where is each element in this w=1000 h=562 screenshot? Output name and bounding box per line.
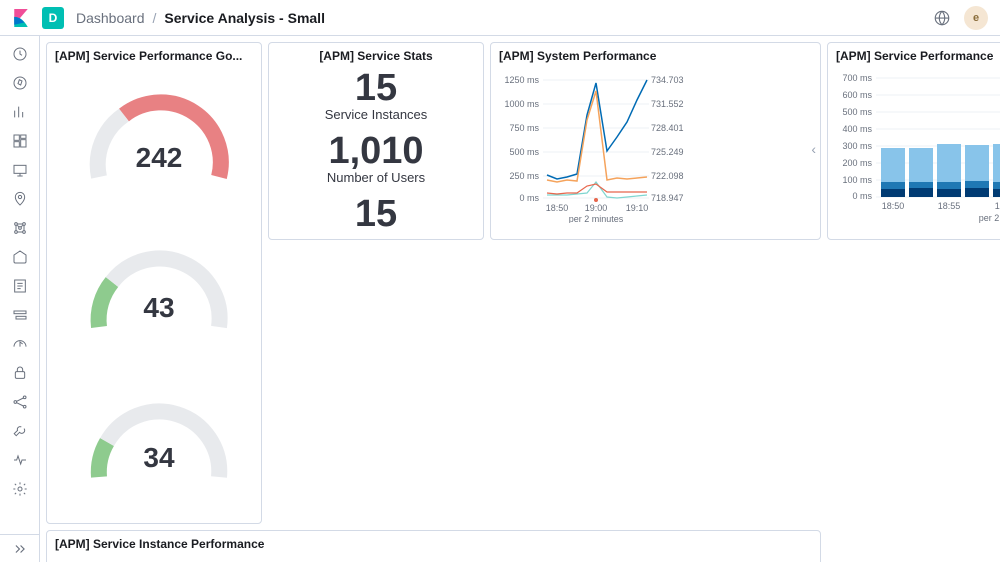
svg-text:0 ms: 0 ms xyxy=(519,193,539,203)
svg-text:18:55: 18:55 xyxy=(938,201,961,211)
svg-text:43: 43 xyxy=(143,292,174,323)
dashboard-icon[interactable] xyxy=(10,131,30,151)
visualize-icon[interactable] xyxy=(10,102,30,122)
apm-icon[interactable] xyxy=(10,305,30,325)
svg-text:18:50: 18:50 xyxy=(546,203,569,213)
panel-title: [APM] System Performance xyxy=(499,49,812,63)
gauge[interactable]: 43 xyxy=(74,217,234,367)
svg-text:250 ms: 250 ms xyxy=(509,171,539,181)
monitoring-icon[interactable] xyxy=(10,450,30,470)
panel-instance-performance: [APM] Service Instance Performance 0 - 5… xyxy=(46,530,821,562)
panel-service-stats: [APM] Service Stats 15 Service Instances… xyxy=(268,42,484,240)
stat-value: 1,010 xyxy=(277,132,475,170)
svg-text:500 ms: 500 ms xyxy=(509,147,539,157)
bar-chart[interactable]: 700 ms 600 ms 500 ms 400 ms 300 ms 200 m… xyxy=(836,67,1000,223)
canvas-icon[interactable] xyxy=(10,160,30,180)
svg-text:100 ms: 100 ms xyxy=(842,175,872,185)
gauge[interactable]: 34 xyxy=(74,367,234,517)
dashboard-content: [APM] Service Stats 15 Service Instances… xyxy=(40,36,1000,562)
svg-text:34: 34 xyxy=(143,442,175,473)
svg-text:242: 242 xyxy=(136,142,183,173)
management-icon[interactable] xyxy=(10,479,30,499)
discover-icon[interactable] xyxy=(10,73,30,93)
breadcrumb-root[interactable]: Dashboard xyxy=(76,10,145,26)
stat-label: Number of Users xyxy=(277,170,475,185)
svg-text:734.703: 734.703 xyxy=(651,75,684,85)
siem-icon[interactable] xyxy=(10,363,30,383)
dev-tools-icon[interactable] xyxy=(10,421,30,441)
svg-text:500 ms: 500 ms xyxy=(842,107,872,117)
panel-gauges: [APM] Service Performance Go... 242 43 3… xyxy=(46,42,262,524)
svg-text:1250 ms: 1250 ms xyxy=(504,75,539,85)
logs-icon[interactable] xyxy=(10,276,30,296)
breadcrumb: Dashboard / Service Analysis - Small xyxy=(76,10,325,26)
svg-text:per 2 minutes: per 2 minutes xyxy=(569,214,624,223)
svg-text:18:50: 18:50 xyxy=(882,201,905,211)
stat-value: 15 xyxy=(277,69,475,107)
kibana-logo[interactable] xyxy=(12,9,30,27)
line-chart[interactable]: 1250 ms 1000 ms 750 ms 500 ms 250 ms 0 m… xyxy=(499,67,697,223)
svg-text:19:00: 19:00 xyxy=(585,203,608,213)
svg-text:400 ms: 400 ms xyxy=(842,124,872,134)
svg-text:300 ms: 300 ms xyxy=(842,141,872,151)
svg-text:722.098: 722.098 xyxy=(651,171,684,181)
panel-title: [APM] Service Stats xyxy=(277,49,475,63)
panel-system-performance: [APM] System Performance ‹ 1250 ms 1000 … xyxy=(490,42,821,240)
panel-title: [APM] Service Performance Go... xyxy=(55,49,253,63)
newsfeed-icon[interactable] xyxy=(932,8,952,28)
panel-title: [APM] Service Instance Performance xyxy=(55,537,812,551)
ml-icon[interactable] xyxy=(10,218,30,238)
svg-text:600 ms: 600 ms xyxy=(842,90,872,100)
app-badge[interactable]: D xyxy=(42,7,64,29)
graph-icon[interactable] xyxy=(10,392,30,412)
svg-text:750 ms: 750 ms xyxy=(509,123,539,133)
svg-text:200 ms: 200 ms xyxy=(842,158,872,168)
svg-text:700 ms: 700 ms xyxy=(842,73,872,83)
svg-text:725.249: 725.249 xyxy=(651,147,684,157)
user-avatar[interactable]: e xyxy=(964,6,988,30)
stat-label: Service Instances xyxy=(277,107,475,122)
svg-text:728.401: 728.401 xyxy=(651,123,684,133)
infra-icon[interactable] xyxy=(10,247,30,267)
chevron-left-icon[interactable]: ‹ xyxy=(811,141,816,157)
heatmap-chart[interactable]: infra-petclinic-client-7b9644b6c8-v5q28i… xyxy=(55,555,715,562)
svg-text:19:10: 19:10 xyxy=(626,203,649,213)
panel-service-performance: [APM] Service Performance ‹ 700 ms 600 m… xyxy=(827,42,1000,240)
recent-icon[interactable] xyxy=(10,44,30,64)
svg-text:per 2 minutes: per 2 minutes xyxy=(979,213,1000,223)
svg-text:718.947: 718.947 xyxy=(651,193,684,203)
sidebar xyxy=(0,36,40,562)
svg-text:0 ms: 0 ms xyxy=(852,191,872,201)
gauge[interactable]: 242 xyxy=(74,67,234,217)
stat-value: 15 xyxy=(277,195,475,233)
svg-text:731.552: 731.552 xyxy=(651,99,684,109)
uptime-icon[interactable] xyxy=(10,334,30,354)
svg-text:1000 ms: 1000 ms xyxy=(504,99,539,109)
breadcrumb-title[interactable]: Service Analysis - Small xyxy=(164,10,325,26)
maps-icon[interactable] xyxy=(10,189,30,209)
top-header: D Dashboard / Service Analysis - Small e xyxy=(0,0,1000,36)
panel-title: [APM] Service Performance xyxy=(836,49,1000,63)
svg-text:19:00: 19:00 xyxy=(995,201,1000,211)
collapse-sidebar-icon[interactable] xyxy=(0,534,39,554)
